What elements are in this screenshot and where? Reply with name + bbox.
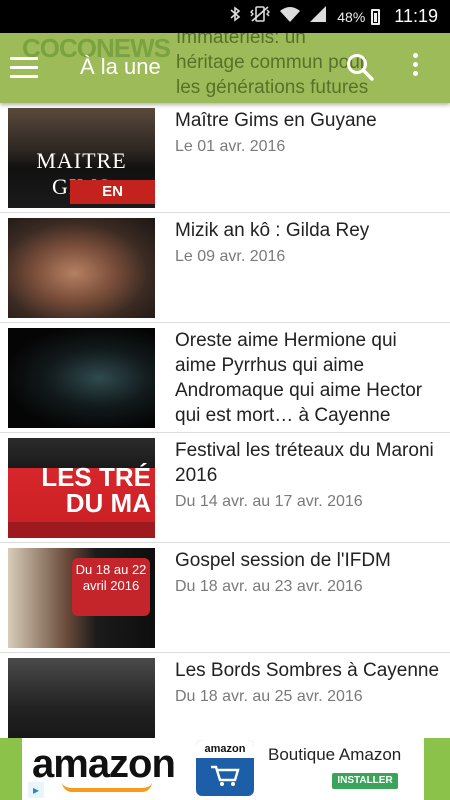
app-bar: COCONEWS Immatériels: un héritage commun… (0, 33, 450, 103)
list-item[interactable]: Oreste aime Hermione qui aime Pyrrhus qu… (0, 323, 450, 433)
article-thumbnail (8, 328, 155, 428)
status-bar: 48% 11:19 (0, 0, 450, 33)
list-item[interactable]: Mizik an kô : Gilda Rey Le 09 avr. 2016 (0, 213, 450, 323)
ad-text: Boutique Amazon (268, 745, 402, 764)
thumbnail-text: LES TRÉ DU MA (41, 462, 151, 518)
ad-banner[interactable]: amazon ▸ amazon Boutique Amazon INSTALLE… (0, 738, 450, 800)
article-date: Du 14 avr. au 17 avr. 2016 (175, 493, 363, 510)
battery-icon (371, 8, 381, 25)
thumbnail-text: Du 18 au 22 avril 2016 (75, 562, 147, 593)
clock: 11:19 (394, 6, 438, 26)
install-button[interactable]: INSTALLER (332, 773, 398, 789)
more-vert-icon[interactable] (408, 53, 422, 83)
hamburger-menu-icon[interactable] (10, 57, 38, 79)
search-icon[interactable] (344, 51, 376, 83)
article-title: Les Bords Sombres à Cayenne (175, 660, 440, 681)
article-date: Du 18 avr. au 23 avr. 2016 (175, 578, 363, 595)
article-title: Oreste aime Hermione qui aime Pyrrhus qu… (175, 330, 423, 426)
article-thumbnail: Du 18 au 22 avril 2016 (8, 548, 155, 648)
signal-icon (309, 5, 327, 28)
article-thumbnail: MAITRE GIMS EN CONCERT (8, 108, 155, 208)
amazon-logo: amazon (32, 742, 176, 786)
article-list: MAITRE GIMS EN CONCERT Maître Gims en Gu… (0, 103, 450, 763)
list-item[interactable]: Du 18 au 22 avril 2016 Gospel session de… (0, 543, 450, 653)
article-date: Le 01 avr. 2016 (175, 138, 286, 155)
shopping-cart-icon (210, 764, 240, 795)
article-title: Festival les tréteaux du Maroni 2016 (175, 440, 434, 486)
bluetooth-icon (229, 5, 241, 28)
vibrate-icon (249, 5, 271, 28)
article-title: Mizik an kô : Gilda Rey (175, 220, 370, 241)
article-thumbnail (8, 218, 155, 318)
wifi-icon (279, 5, 301, 28)
adchoices-icon[interactable]: ▸ (28, 782, 44, 798)
screen: 48% 11:19 COCONEWS Immatériels: un hérit… (0, 0, 450, 800)
thumbnail-badge: EN CONCERT (70, 180, 155, 208)
article-date: Du 18 avr. au 25 avr. 2016 (175, 688, 363, 705)
article-thumbnail: LES TRÉ DU MA (8, 438, 155, 538)
amazon-app-icon: amazon (196, 740, 254, 796)
list-item[interactable]: MAITRE GIMS EN CONCERT Maître Gims en Gu… (0, 103, 450, 213)
article-date: Le 09 avr. 2016 (175, 248, 286, 265)
page-title: À la une (80, 54, 161, 79)
list-item[interactable]: LES TRÉ DU MA Festival les tréteaux du M… (0, 433, 450, 543)
amazon-smile-icon (62, 782, 152, 792)
article-title: Gospel session de l'IFDM (175, 550, 391, 571)
article-title: Maître Gims en Guyane (175, 110, 377, 131)
battery-percent: 48% (337, 8, 366, 25)
